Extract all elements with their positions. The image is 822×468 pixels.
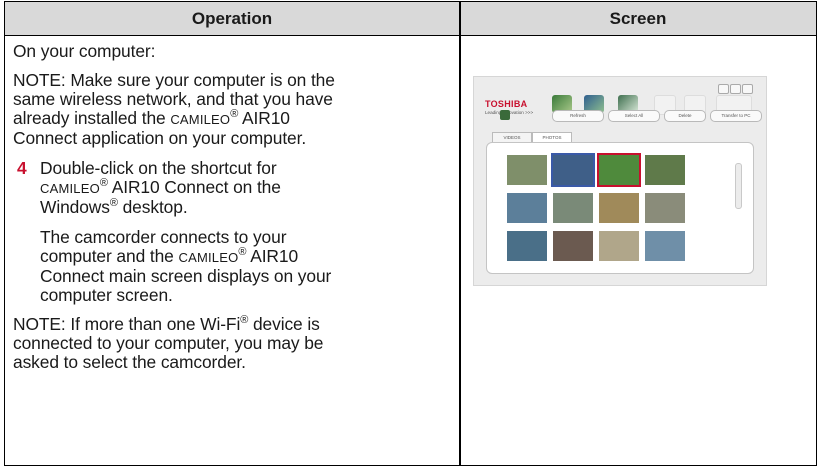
step-4: 4 Double-click on the shortcut for CAMIL…	[17, 158, 281, 217]
photo-thumbnail	[507, 155, 547, 185]
select-all-button: Select All	[608, 110, 660, 122]
header-operation: Operation	[191, 9, 273, 28]
photo-grid-panel	[486, 142, 754, 274]
step-result: The camcorder connects to your computer …	[40, 227, 332, 305]
minimize-window-icon	[718, 84, 729, 94]
transfer-to-pc-button: Transfer to PC	[710, 110, 762, 122]
note-network: NOTE: Make sure your computer is on the …	[13, 70, 335, 148]
close-window-icon	[742, 84, 753, 94]
camileo-app-screenshot: TOSHIBA Leading Innovation >>> Preview C…	[473, 76, 767, 286]
wifi-device-icon	[500, 110, 510, 120]
intro-text: On your computer:	[13, 41, 156, 61]
note-multiple-devices: NOTE: If more than one Wi-Fi® device is …	[13, 314, 324, 372]
photo-thumbnail	[645, 155, 685, 185]
table-header-row: Operation Screen	[5, 2, 816, 36]
photo-thumbnail	[645, 231, 685, 261]
photo-thumbnail	[645, 193, 685, 223]
photo-thumbnail-selected	[597, 153, 641, 187]
photo-thumbnail	[599, 193, 639, 223]
refresh-button: Refresh	[552, 110, 604, 122]
delete-button: Delete	[664, 110, 706, 122]
column-divider	[459, 2, 461, 465]
operation-screen-table: Operation Screen On your computer: NOTE:…	[4, 1, 817, 466]
header-screen: Screen	[609, 9, 667, 28]
toshiba-logo: TOSHIBA	[485, 99, 528, 109]
photo-thumbnail	[599, 231, 639, 261]
photo-thumbnail	[551, 153, 595, 187]
photo-thumbnail	[507, 231, 547, 261]
operation-cell: On your computer: NOTE: Make sure your c…	[13, 42, 453, 372]
maximize-window-icon	[730, 84, 741, 94]
photo-thumbnail	[553, 193, 593, 223]
photo-thumbnail	[553, 231, 593, 261]
step-number: 4	[17, 158, 27, 178]
photo-grid-scrollbar	[735, 163, 742, 209]
photo-thumbnail	[507, 193, 547, 223]
